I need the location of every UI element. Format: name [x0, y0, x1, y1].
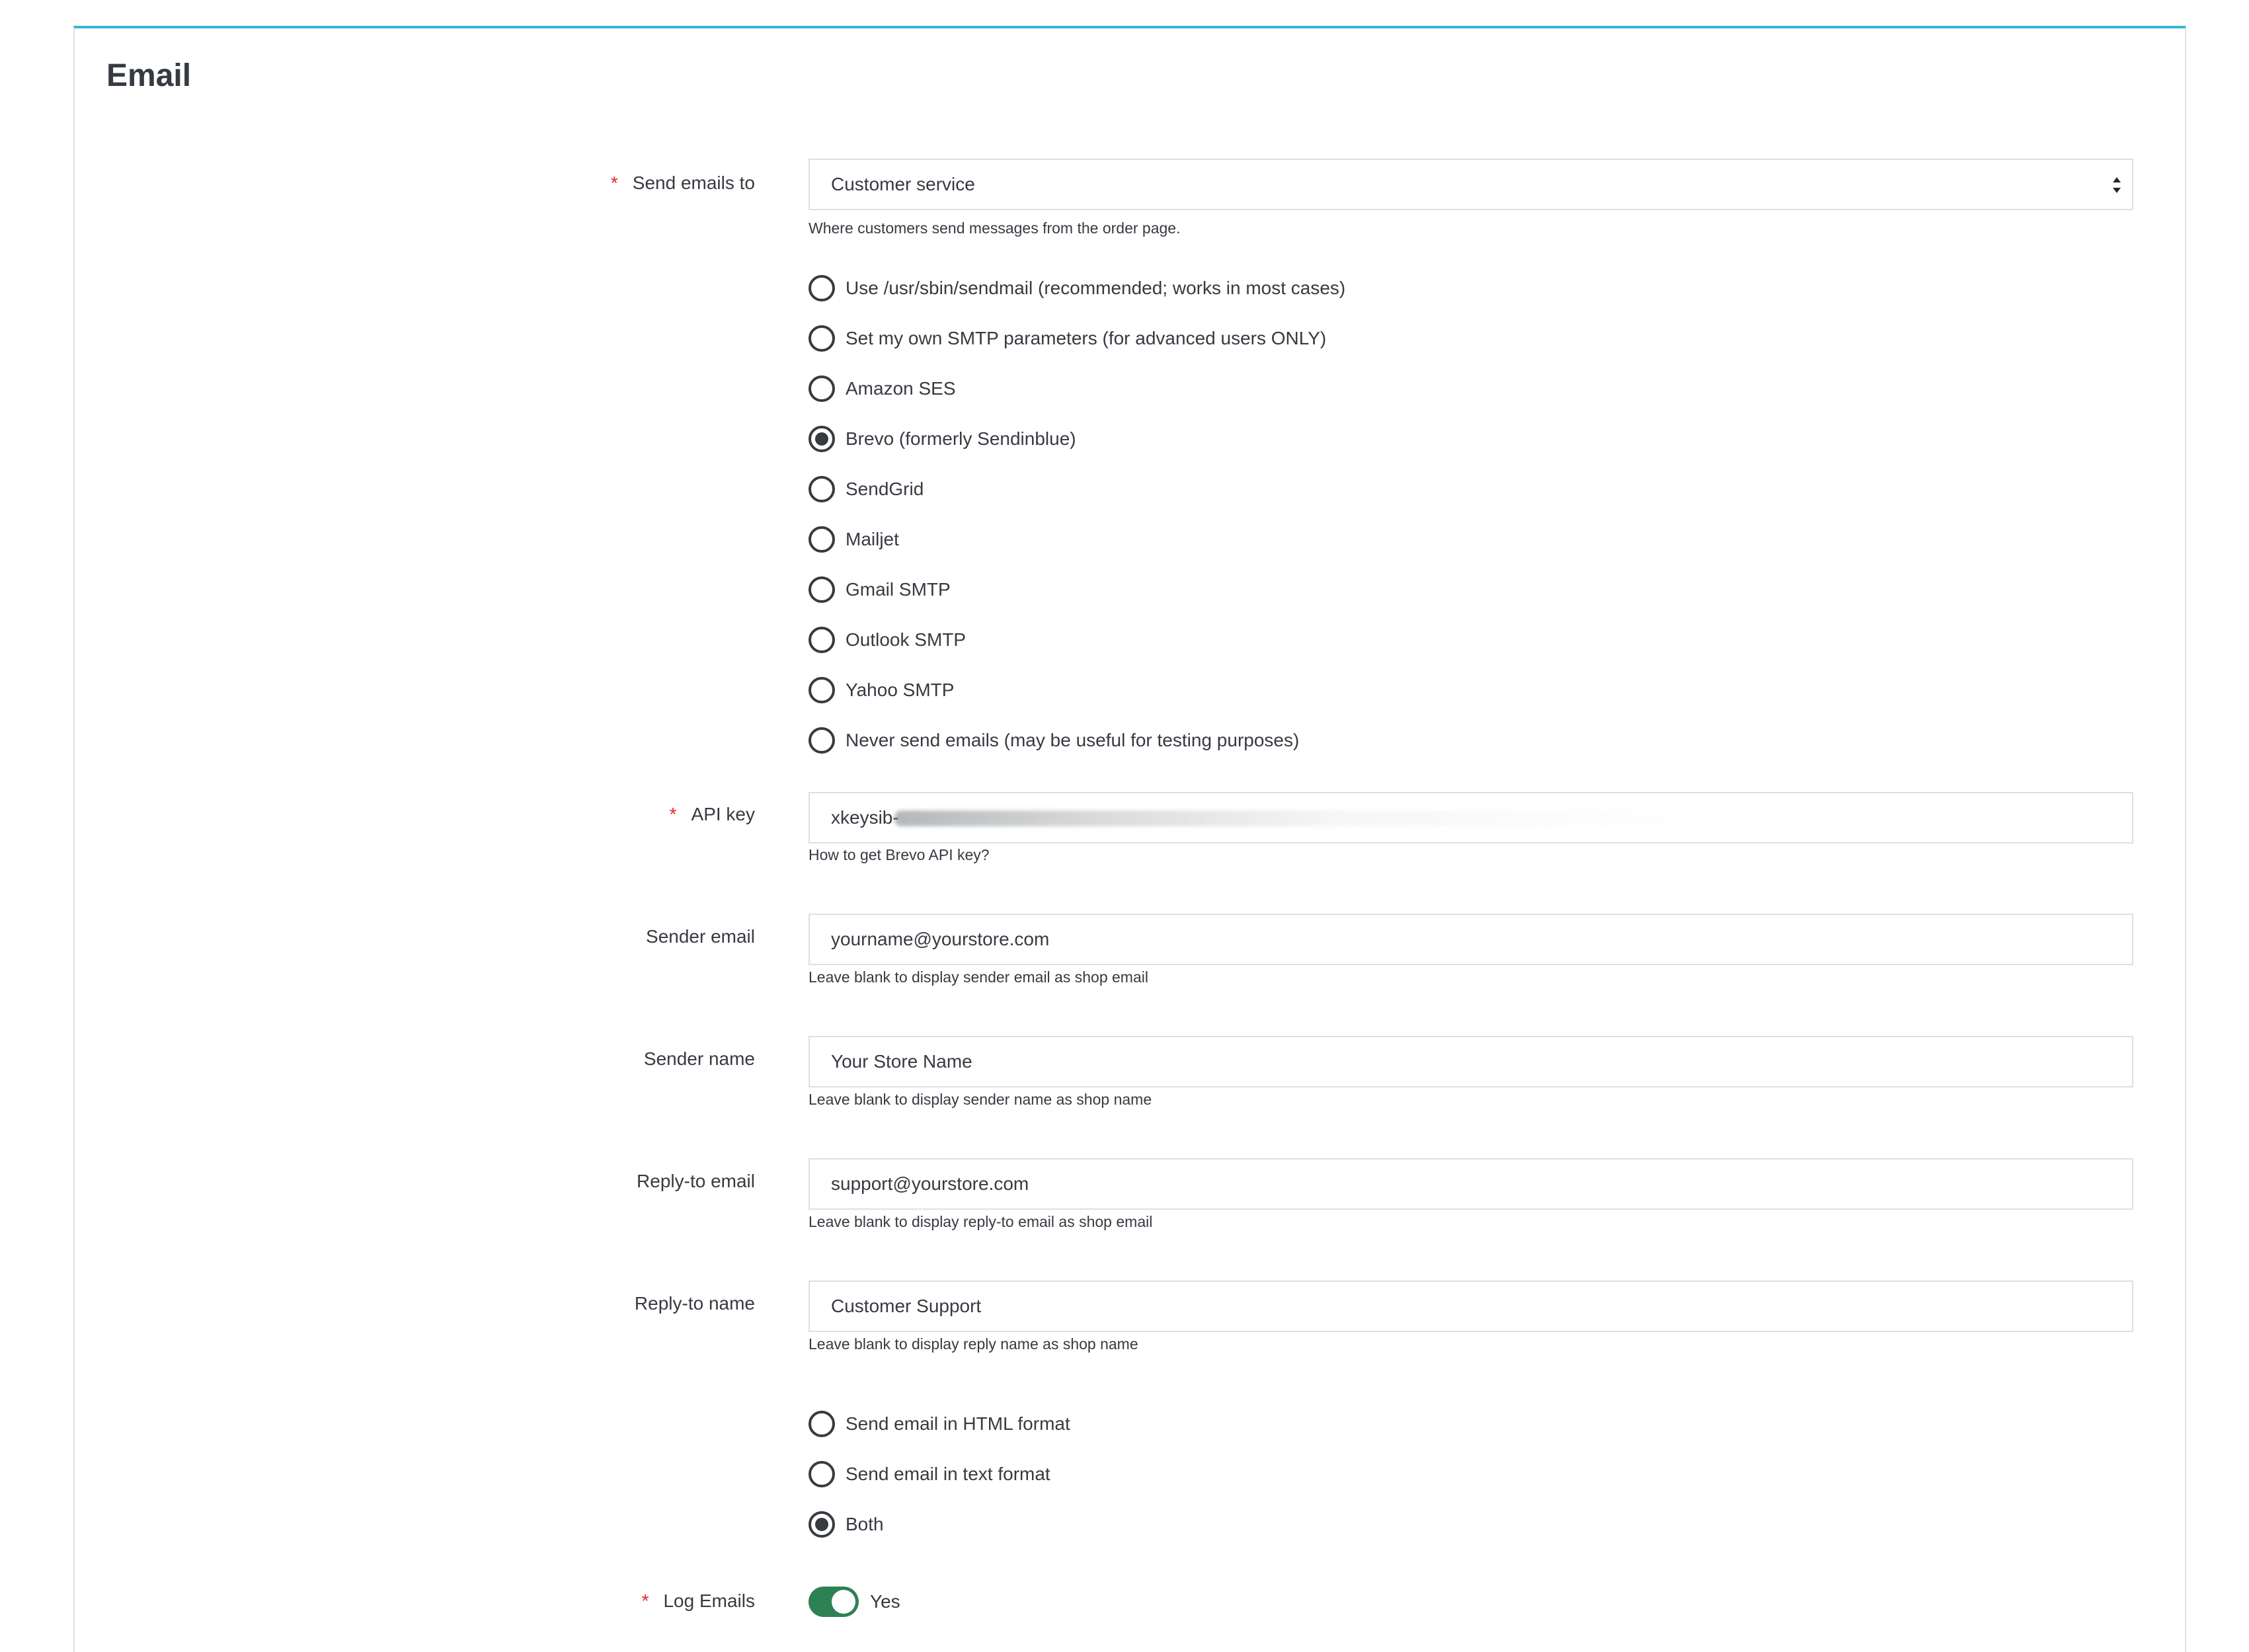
radio-option-outlook-smtp[interactable]: Outlook SMTP	[809, 626, 966, 654]
radio-label: Both	[846, 1514, 884, 1534]
radio-option-own-smtp[interactable]: Set my own SMTP parameters (for advanced…	[809, 325, 1326, 352]
log-emails-label: * Log Emails	[642, 1589, 755, 1613]
radio-button-checked[interactable]	[809, 426, 835, 452]
radio-button[interactable]	[809, 476, 835, 502]
log-emails-toggle[interactable]	[809, 1587, 859, 1617]
required-mark: *	[641, 1591, 649, 1611]
radio-option-sendgrid[interactable]: SendGrid	[809, 475, 924, 503]
radio-button[interactable]	[809, 727, 835, 754]
reply-to-email-label: Reply-to email	[637, 1171, 755, 1191]
radio-label: Send email in HTML format	[846, 1413, 1070, 1434]
page-title: Email	[106, 58, 192, 93]
radio-option-sendmail[interactable]: Use /usr/sbin/sendmail (recommended; wor…	[809, 274, 1345, 302]
send-emails-to-label-text: Send emails to	[632, 173, 755, 193]
reply-to-email-input[interactable]	[809, 1158, 2133, 1210]
toggle-knob	[832, 1590, 855, 1614]
radio-option-brevo[interactable]: Brevo (formerly Sendinblue)	[809, 425, 1076, 453]
reply-to-name-label: Reply-to name	[634, 1293, 755, 1314]
select-arrows-icon	[2113, 177, 2121, 193]
send-emails-to-help: Where customers send messages from the o…	[809, 219, 1181, 237]
sender-name-label: Sender name	[643, 1048, 755, 1069]
radio-option-html-format[interactable]: Send email in HTML format	[809, 1410, 1070, 1438]
radio-button[interactable]	[809, 1411, 835, 1437]
sender-email-input[interactable]	[809, 914, 2133, 965]
radio-label: Yahoo SMTP	[846, 680, 955, 700]
radio-button[interactable]	[809, 576, 835, 603]
radio-button-checked[interactable]	[809, 1511, 835, 1538]
radio-label: Send email in text format	[846, 1464, 1050, 1484]
radio-label: Gmail SMTP	[846, 579, 951, 600]
sender-name-help: Leave blank to display sender name as sh…	[809, 1091, 1152, 1108]
sender-email-label: Sender email	[646, 926, 755, 947]
radio-option-amazon-ses[interactable]: Amazon SES	[809, 375, 956, 403]
api-key-help-link[interactable]: How to get Brevo API key?	[809, 845, 990, 865]
sender-name-input[interactable]	[809, 1036, 2133, 1087]
api-key-redaction	[894, 810, 1767, 826]
radio-button[interactable]	[809, 526, 835, 553]
log-emails-state-label: Yes	[870, 1591, 900, 1612]
radio-option-never-send[interactable]: Never send emails (may be useful for tes…	[809, 727, 1299, 754]
radio-label: Outlook SMTP	[846, 629, 967, 650]
reply-to-name-help: Leave blank to display reply name as sho…	[809, 1335, 1138, 1353]
radio-option-mailjet[interactable]: Mailjet	[809, 526, 899, 553]
send-emails-to-select[interactable]: Customer service	[809, 159, 2133, 210]
radio-label: Never send emails (may be useful for tes…	[846, 730, 1300, 750]
radio-label: SendGrid	[846, 479, 924, 499]
send-emails-to-value: Customer service	[831, 174, 975, 194]
log-emails-label-text: Log Emails	[663, 1591, 755, 1611]
radio-label: Amazon SES	[846, 378, 956, 399]
radio-button[interactable]	[809, 375, 835, 402]
reply-to-email-help: Leave blank to display reply-to email as…	[809, 1213, 1153, 1230]
sender-email-help: Leave blank to display sender email as s…	[809, 968, 1148, 986]
reply-to-name-input[interactable]	[809, 1280, 2133, 1332]
required-mark: *	[610, 173, 618, 193]
api-key-label-text: API key	[691, 804, 755, 824]
radio-option-yahoo-smtp[interactable]: Yahoo SMTP	[809, 676, 954, 704]
radio-label: Set my own SMTP parameters (for advanced…	[846, 328, 1327, 348]
radio-label: Use /usr/sbin/sendmail (recommended; wor…	[846, 278, 1346, 298]
send-emails-to-label: * Send emails to	[611, 171, 755, 195]
radio-button[interactable]	[809, 627, 835, 653]
api-key-label: * API key	[670, 803, 755, 826]
radio-button[interactable]	[809, 677, 835, 703]
required-mark: *	[669, 804, 677, 824]
radio-button[interactable]	[809, 325, 835, 352]
radio-button[interactable]	[809, 1461, 835, 1487]
radio-option-both-formats[interactable]: Both	[809, 1511, 884, 1538]
radio-button[interactable]	[809, 275, 835, 301]
radio-option-gmail-smtp[interactable]: Gmail SMTP	[809, 576, 951, 604]
radio-option-text-format[interactable]: Send email in text format	[809, 1460, 1050, 1488]
radio-label: Mailjet	[846, 529, 899, 549]
radio-label: Brevo (formerly Sendinblue)	[846, 428, 1076, 449]
